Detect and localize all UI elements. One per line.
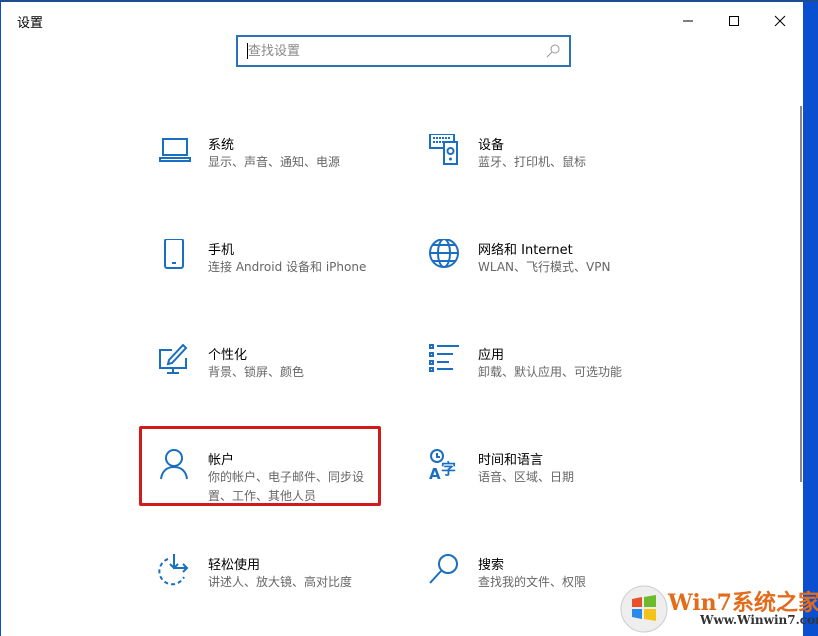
close-icon: [774, 15, 786, 27]
tile-desc: 背景、锁屏、颜色: [208, 363, 378, 382]
laptop-icon: [158, 134, 192, 168]
tile-network[interactable]: 网络和 Internet WLAN、飞行模式、VPN: [428, 239, 668, 309]
svg-text:A: A: [429, 465, 441, 483]
tile-desc: 蓝牙、打印机、鼠标: [478, 153, 648, 172]
highlight-box: [139, 426, 381, 506]
minimize-button[interactable]: [665, 8, 711, 34]
svg-text:字: 字: [441, 460, 456, 478]
windows-logo-icon: [620, 585, 668, 633]
tile-title: 手机: [208, 239, 234, 258]
tile-title: 网络和 Internet: [478, 239, 573, 258]
search-box[interactable]: [236, 35, 571, 67]
settings-window: 设置 系统 显示、声音、通知、电源 设备 蓝牙、打印机、鼠标 手机 连接 And…: [1, 2, 803, 636]
tile-title: 轻松使用: [208, 554, 260, 573]
tile-apps[interactable]: 应用 卸载、默认应用、可选功能: [428, 344, 668, 414]
watermark: Win7系统之家 Www.Winwin7.com: [620, 583, 802, 635]
text-caret: [247, 43, 248, 59]
ease-of-access-icon: [158, 554, 192, 588]
minimize-icon: [682, 15, 694, 27]
tile-personalization[interactable]: 个性化 背景、锁屏、颜色: [158, 344, 398, 414]
window-title: 设置: [17, 12, 43, 31]
tile-time-language[interactable]: A字 时间和语言 语音、区域、日期: [428, 449, 668, 519]
close-button[interactable]: [757, 8, 803, 34]
tile-desc: WLAN、飞行模式、VPN: [478, 258, 648, 277]
search-input[interactable]: [238, 37, 528, 65]
tile-title: 时间和语言: [478, 449, 543, 468]
scrollbar[interactable]: [800, 106, 802, 482]
tile-desc: 卸载、默认应用、可选功能: [478, 363, 648, 382]
tile-desc: 语音、区域、日期: [478, 468, 648, 487]
tile-title: 应用: [478, 344, 504, 363]
tile-devices[interactable]: 设备 蓝牙、打印机、鼠标: [428, 134, 668, 204]
maximize-button[interactable]: [711, 8, 757, 34]
tile-title: 系统: [208, 134, 234, 153]
tile-title: 个性化: [208, 344, 247, 363]
personalization-icon: [158, 344, 192, 378]
tile-ease-of-access[interactable]: 轻松使用 讲述人、放大镜、高对比度: [158, 554, 398, 624]
tile-title: 设备: [478, 134, 504, 153]
search-magnifier-icon[interactable]: [545, 43, 561, 59]
tile-desc: 讲述人、放大镜、高对比度: [208, 573, 378, 592]
tile-title: 搜索: [478, 554, 504, 573]
globe-icon: [428, 239, 462, 273]
watermark-url: Www.Winwin7.com: [700, 613, 818, 627]
devices-icon: [428, 134, 462, 168]
tile-phone[interactable]: 手机 连接 Android 设备和 iPhone: [158, 239, 398, 309]
maximize-icon: [728, 15, 740, 27]
phone-icon: [158, 239, 192, 273]
tile-desc: 显示、声音、通知、电源: [208, 153, 378, 172]
tile-system[interactable]: 系统 显示、声音、通知、电源: [158, 134, 398, 204]
time-language-icon: A字: [428, 449, 462, 483]
tile-desc: 连接 Android 设备和 iPhone: [208, 258, 408, 277]
search-icon: [428, 554, 462, 588]
apps-list-icon: [428, 344, 462, 378]
